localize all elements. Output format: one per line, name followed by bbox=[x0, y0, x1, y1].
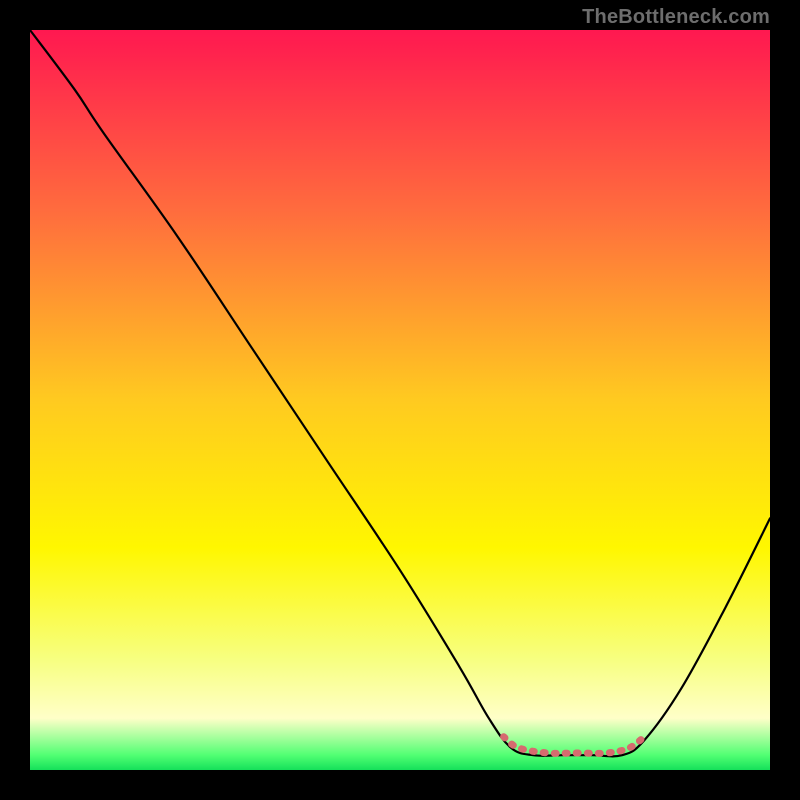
curve-layer bbox=[30, 30, 770, 770]
chart-frame: TheBottleneck.com bbox=[0, 0, 800, 800]
bottom-highlight bbox=[504, 737, 645, 754]
bottleneck-curve bbox=[30, 30, 770, 756]
watermark-text: TheBottleneck.com bbox=[582, 6, 770, 29]
plot-area bbox=[30, 30, 770, 770]
